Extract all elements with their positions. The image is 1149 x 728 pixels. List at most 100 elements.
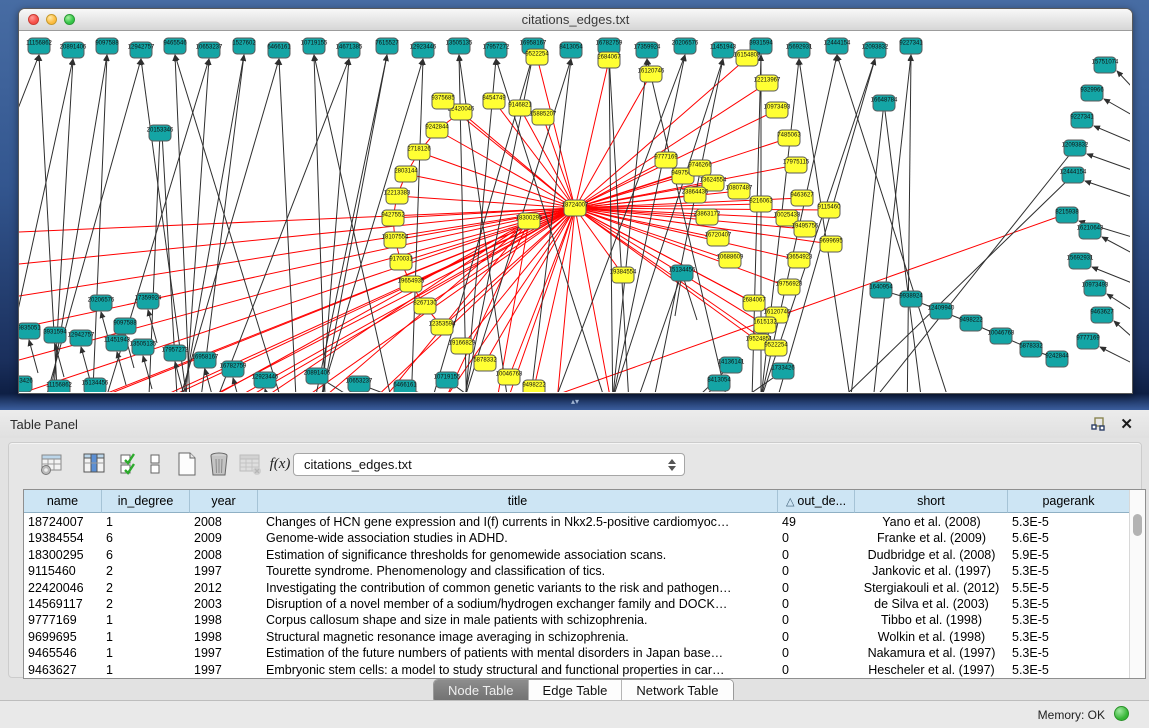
table-cell-name[interactable]: 14569117 bbox=[24, 596, 102, 612]
graph-node[interactable]: 9746266 bbox=[688, 160, 712, 176]
column-visibility-icon[interactable] bbox=[81, 451, 107, 477]
table-cell-out_de[interactable]: 0 bbox=[778, 563, 855, 579]
graph-node[interactable]: 8454749 bbox=[482, 93, 506, 109]
graph-node[interactable]: 16720407 bbox=[705, 230, 732, 246]
table-cell-year[interactable]: 2009 bbox=[190, 530, 258, 546]
graph-node[interactable]: 10653237 bbox=[196, 42, 223, 58]
graph-node[interactable]: 10973493 bbox=[1082, 280, 1109, 296]
table-cell-pagerank[interactable]: 5.6E-5 bbox=[1008, 530, 1130, 546]
table-cell-in_degree[interactable]: 2 bbox=[102, 596, 190, 612]
graph-node[interactable]: 19756928 bbox=[776, 279, 803, 295]
graph-node[interactable]: 12353594 bbox=[429, 319, 456, 335]
graph-node[interactable]: 9777169 bbox=[1076, 333, 1100, 349]
graph-node[interactable]: 10973493 bbox=[764, 102, 791, 118]
column-header-name[interactable]: name bbox=[24, 490, 102, 513]
table-cell-title[interactable]: Tourette syndrome. Phenomenology and cla… bbox=[258, 563, 778, 579]
table-cell-year[interactable]: 1998 bbox=[190, 612, 258, 628]
splitter-grip-icon[interactable]: ▴▾ bbox=[568, 398, 582, 406]
table-cell-short[interactable]: Yano et al. (2008) bbox=[855, 514, 1008, 530]
graph-node[interactable]: 23864436 bbox=[682, 187, 709, 203]
graph-node[interactable]: 17957272 bbox=[162, 345, 189, 361]
table-cell-in_degree[interactable]: 1 bbox=[102, 612, 190, 628]
table-cell-short[interactable]: Tibbo et al. (1998) bbox=[855, 612, 1008, 628]
graph-node[interactable]: 6466161 bbox=[267, 42, 291, 58]
table-cell-year[interactable]: 1997 bbox=[190, 645, 258, 661]
graph-node[interactable]: 14671385 bbox=[336, 42, 363, 58]
graph-node[interactable]: 19654935 bbox=[398, 276, 425, 292]
table-cell-year[interactable]: 2012 bbox=[190, 580, 258, 596]
graph-node[interactable]: 23863172 bbox=[694, 209, 721, 225]
graph-node[interactable]: 9522254 bbox=[764, 340, 788, 356]
scrollbar-thumb[interactable] bbox=[1133, 514, 1142, 536]
graph-node[interactable]: 9498222 bbox=[959, 315, 983, 331]
graph-node[interactable]: 7485063 bbox=[777, 130, 801, 146]
graph-node[interactable]: 9463627 bbox=[790, 190, 814, 206]
graph-node[interactable]: 9227341 bbox=[1070, 112, 1094, 128]
table-cell-in_degree[interactable]: 1 bbox=[102, 662, 190, 678]
table-cell-name[interactable]: 22420046 bbox=[24, 580, 102, 596]
graph-node[interactable]: 17359924 bbox=[135, 293, 162, 309]
graph-node[interactable]: 11156862 bbox=[46, 380, 72, 392]
graph-node[interactable]: 16958167 bbox=[192, 352, 219, 368]
table-cell-pagerank[interactable]: 5.3E-5 bbox=[1008, 563, 1130, 579]
table-cell-pagerank[interactable]: 5.3E-5 bbox=[1008, 514, 1130, 530]
table-cell-year[interactable]: 1998 bbox=[190, 629, 258, 645]
graph-node[interactable]: 13654923 bbox=[786, 252, 813, 268]
graph-node[interactable]: 9097588 bbox=[113, 318, 137, 334]
table-cell-pagerank[interactable]: 5.3E-5 bbox=[1008, 596, 1130, 612]
graph-node[interactable]: 20891406 bbox=[60, 42, 87, 58]
graph-node[interactable]: 20206576 bbox=[88, 295, 115, 311]
graph-node[interactable]: 10719155 bbox=[301, 38, 328, 54]
graph-node[interactable]: 18300295 bbox=[516, 213, 543, 229]
table-cell-out_de[interactable]: 49 bbox=[778, 514, 855, 530]
graph-node[interactable]: 9329966 bbox=[1080, 85, 1104, 101]
graph-node[interactable]: 20891406 bbox=[304, 368, 331, 384]
row-select-icon[interactable] bbox=[117, 451, 143, 477]
graph-node[interactable]: 10653237 bbox=[346, 376, 373, 392]
graph-node[interactable]: 12409940 bbox=[928, 303, 955, 319]
graph-node[interactable]: 9170031 bbox=[389, 254, 413, 270]
column-header-out_de[interactable]: △out_de... bbox=[778, 490, 855, 513]
graph-node[interactable]: 10046768 bbox=[496, 369, 523, 385]
table-cell-title[interactable]: Structural magnetic resonance image aver… bbox=[258, 629, 778, 645]
graph-node[interactable]: 1733426 bbox=[771, 363, 795, 379]
graph-node[interactable]: 9777169 bbox=[654, 152, 678, 168]
table-cell-in_degree[interactable]: 1 bbox=[102, 514, 190, 530]
table-row[interactable]: 969969511998Structural magnetic resonanc… bbox=[24, 629, 1130, 645]
graph-node[interactable]: 9242844 bbox=[1045, 351, 1069, 367]
table-cell-name[interactable]: 18300295 bbox=[24, 547, 102, 563]
graph-node[interactable]: 10688609 bbox=[717, 252, 744, 268]
table-cell-in_degree[interactable]: 2 bbox=[102, 563, 190, 579]
graph-node[interactable]: 15885207 bbox=[530, 109, 557, 125]
table-cell-out_de[interactable]: 0 bbox=[778, 530, 855, 546]
graph-node[interactable]: 18107554 bbox=[382, 232, 409, 248]
table-cell-out_de[interactable]: 0 bbox=[778, 612, 855, 628]
graph-node[interactable]: 15134456 bbox=[82, 378, 109, 392]
graph-node[interactable]: 15692931 bbox=[1067, 253, 1094, 269]
graph-node[interactable]: 15692931 bbox=[786, 42, 813, 58]
network-view-canvas[interactable]: 1115686220891406909758812942757946554610… bbox=[19, 31, 1130, 392]
graph-node[interactable]: 11156862 bbox=[26, 38, 52, 54]
graph-node[interactable]: 10719155 bbox=[434, 372, 461, 388]
table-cell-name[interactable]: 9465546 bbox=[24, 645, 102, 661]
graph-node[interactable]: 2718126 bbox=[407, 144, 431, 160]
table-cell-short[interactable]: Dudbridge et al. (2008) bbox=[855, 547, 1008, 563]
graph-node[interactable]: 1640954 bbox=[869, 282, 893, 298]
hub-graph-node[interactable]: 18724007 bbox=[562, 200, 589, 216]
vertical-scrollbar[interactable] bbox=[1129, 490, 1145, 678]
graph-node[interactable]: 9938924 bbox=[899, 291, 923, 307]
column-header-pagerank[interactable]: pagerank bbox=[1008, 490, 1130, 513]
graph-node[interactable]: 9427552 bbox=[381, 210, 405, 226]
close-panel-icon[interactable]: ✕ bbox=[1120, 415, 1133, 433]
graph-node[interactable]: 20206576 bbox=[672, 38, 699, 54]
table-row[interactable]: 946362711997Embryonic stem cells: a mode… bbox=[24, 662, 1130, 678]
table-cell-name[interactable]: 9699695 bbox=[24, 629, 102, 645]
table-row[interactable]: 1456911722003Disruption of a novel membe… bbox=[24, 596, 1130, 612]
graph-node[interactable]: 12942757 bbox=[68, 330, 95, 346]
table-cell-pagerank[interactable]: 5.9E-5 bbox=[1008, 547, 1130, 563]
graph-node[interactable]: 9522254 bbox=[525, 49, 549, 65]
network-window-titlebar[interactable]: citations_edges.txt bbox=[19, 9, 1132, 31]
graph-node[interactable]: 9699695 bbox=[819, 236, 843, 252]
graph-node[interactable]: 17957272 bbox=[483, 42, 510, 58]
table-cell-short[interactable]: de Silva et al. (2003) bbox=[855, 596, 1008, 612]
